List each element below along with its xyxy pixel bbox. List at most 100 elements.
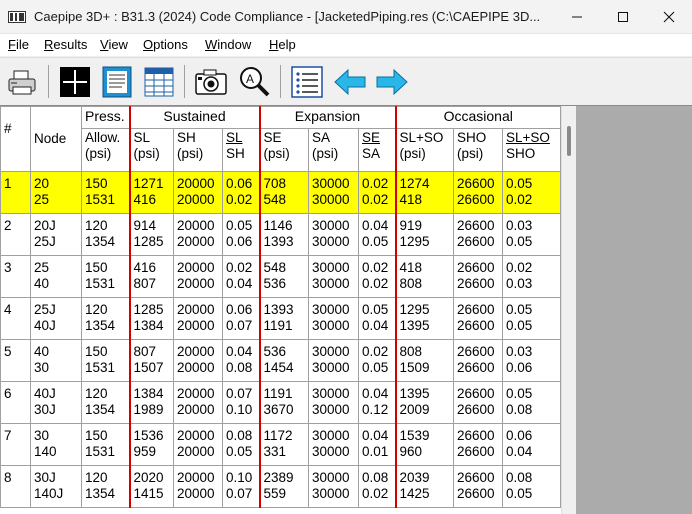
table-row[interactable]: 8 30J 140J 120 1354 2020 1415 20000 20000 0.10 0.0… xyxy=(0,465,561,508)
cell-allow: 150 1531 xyxy=(81,339,130,382)
cross-section-icon xyxy=(60,67,90,97)
col-header-se: SE (psi) xyxy=(258,128,309,172)
table-row[interactable]: 7 30 140 150 1531 1536 959 20000 20000 0.08 0.05 11… xyxy=(0,423,561,466)
cell-node: 30J 140J xyxy=(30,465,82,508)
cell-slsh: 0.07 0.10 xyxy=(222,381,260,424)
cell-node: 25J 40J xyxy=(30,297,82,340)
cell-se: 1146 1393 xyxy=(258,213,309,256)
group-header-occasional: Occasional xyxy=(394,106,561,129)
row-index: 6 xyxy=(0,381,31,424)
cell-sa: 30000 30000 xyxy=(308,213,359,256)
scrollbar-thumb[interactable] xyxy=(567,126,571,156)
results-grid[interactable]: # Node Press. Sustained Expansion Occasi… xyxy=(0,106,576,514)
close-button[interactable] xyxy=(646,0,692,34)
cell-ratio: 0.02 0.03 xyxy=(502,255,561,298)
table-row[interactable]: 3 25 40 150 1531 416 807 20000 20000 0.02 0.04 548 5… xyxy=(0,255,561,298)
cell-allow: 120 1354 xyxy=(81,381,130,424)
maximize-icon xyxy=(618,12,628,22)
col-header-index: # xyxy=(0,106,31,172)
menu-results[interactable]: Results xyxy=(44,37,87,52)
cell-sho: 26600 26600 xyxy=(453,339,503,382)
cell-ratio: 0.05 0.08 xyxy=(502,381,561,424)
cell-ratio: 0.06 0.04 xyxy=(502,423,561,466)
cell-sa: 30000 30000 xyxy=(308,171,359,214)
forward-arrow-button[interactable] xyxy=(375,65,409,99)
cell-allow: 150 1531 xyxy=(81,255,130,298)
document-button[interactable] xyxy=(100,65,134,99)
cell-sh: 20000 20000 xyxy=(173,297,223,340)
row-index: 4 xyxy=(0,297,31,340)
camera-button[interactable] xyxy=(194,65,228,99)
list-button[interactable] xyxy=(290,65,324,99)
cell-sl: 1285 1384 xyxy=(128,297,174,340)
zoom-button[interactable]: A xyxy=(237,65,271,99)
cell-sl: 1271 416 xyxy=(128,171,174,214)
cell-se: 548 536 xyxy=(258,255,309,298)
list-icon xyxy=(291,66,323,98)
cell-ratio: 0.05 0.05 xyxy=(502,297,561,340)
cell-sa: 30000 30000 xyxy=(308,339,359,382)
col-header-sl-so: SL+SO (psi) xyxy=(394,128,454,172)
cell-ratio: 0.05 0.02 xyxy=(502,171,561,214)
cell-sa: 30000 30000 xyxy=(308,255,359,298)
cell-sh: 20000 20000 xyxy=(173,381,223,424)
print-button[interactable] xyxy=(5,65,39,99)
cell-sho: 26600 26600 xyxy=(453,381,503,424)
table-button[interactable] xyxy=(142,65,176,99)
cell-sl: 914 1285 xyxy=(128,213,174,256)
table-row[interactable]: 2 20J 25J 120 1354 914 1285 20000 20000 0.05 0.06 1… xyxy=(0,213,561,256)
group-header-press: Press. xyxy=(81,106,130,129)
cell-sesa: 0.04 0.01 xyxy=(358,423,396,466)
window-title: Caepipe 3D+ : B31.3 (2024) Code Complian… xyxy=(34,9,541,24)
cell-node: 30 140 xyxy=(30,423,82,466)
cell-slsh: 0.08 0.05 xyxy=(222,423,260,466)
cell-se: 2389 559 xyxy=(258,465,309,508)
table-row[interactable]: 1 20 25 150 1531 1271 416 20000 20000 0.06 0.02 708… xyxy=(0,171,561,214)
menu-options[interactable]: Options xyxy=(143,37,188,52)
row-index: 2 xyxy=(0,213,31,256)
cell-se: 1172 331 xyxy=(258,423,309,466)
minimize-button[interactable] xyxy=(554,0,600,34)
cell-slsh: 0.04 0.08 xyxy=(222,339,260,382)
menu-help[interactable]: Help xyxy=(269,37,296,52)
cell-slsh: 0.10 0.07 xyxy=(222,465,260,508)
cell-sesa: 0.02 0.02 xyxy=(358,255,396,298)
group-header-sustained: Sustained xyxy=(128,106,260,129)
menu-file[interactable]: File xyxy=(8,37,29,52)
cell-sho: 26600 26600 xyxy=(453,297,503,340)
toolbar-separator xyxy=(280,65,281,98)
cell-sho: 26600 26600 xyxy=(453,213,503,256)
cell-sl: 807 1507 xyxy=(128,339,174,382)
table-row[interactable]: 6 40J 30J 120 1354 1384 1989 20000 20000 0.07 0.10… xyxy=(0,381,561,424)
title-bar: Caepipe 3D+ : B31.3 (2024) Code Complian… xyxy=(0,0,692,34)
cell-slsh: 0.02 0.04 xyxy=(222,255,260,298)
menu-view[interactable]: View xyxy=(100,37,128,52)
menu-window[interactable]: Window xyxy=(205,37,251,52)
col-header-sa: SA (psi) xyxy=(308,128,359,172)
table-row[interactable]: 4 25J 40J 120 1354 1285 1384 20000 20000 0.06 0.07… xyxy=(0,297,561,340)
cell-ratio: 0.08 0.05 xyxy=(502,465,561,508)
back-arrow-button[interactable] xyxy=(333,65,367,99)
cell-sl: 1384 1989 xyxy=(128,381,174,424)
cell-slso: 1395 2009 xyxy=(394,381,454,424)
cell-se: 536 1454 xyxy=(258,339,309,382)
row-index: 7 xyxy=(0,423,31,466)
cell-allow: 150 1531 xyxy=(81,171,130,214)
app-icon[interactable] xyxy=(8,10,26,23)
cell-sa: 30000 30000 xyxy=(308,423,359,466)
cell-sh: 20000 20000 xyxy=(173,255,223,298)
cell-sho: 26600 26600 xyxy=(453,255,503,298)
cell-sesa: 0.02 0.05 xyxy=(358,339,396,382)
col-header-sl-so-sho-ratio: SL+SO SHO xyxy=(502,128,561,172)
cell-slso: 418 808 xyxy=(394,255,454,298)
table-row[interactable]: 5 40 30 150 1531 807 1507 20000 20000 0.04 0.08 536… xyxy=(0,339,561,382)
row-index: 1 xyxy=(0,171,31,214)
cell-sesa: 0.05 0.04 xyxy=(358,297,396,340)
cell-sesa: 0.04 0.05 xyxy=(358,213,396,256)
cell-node: 20 25 xyxy=(30,171,82,214)
cell-slsh: 0.06 0.02 xyxy=(222,171,260,214)
vertical-scrollbar[interactable] xyxy=(561,106,576,514)
maximize-button[interactable] xyxy=(600,0,646,34)
cross-section-button[interactable] xyxy=(58,65,92,99)
cell-sesa: 0.04 0.12 xyxy=(358,381,396,424)
